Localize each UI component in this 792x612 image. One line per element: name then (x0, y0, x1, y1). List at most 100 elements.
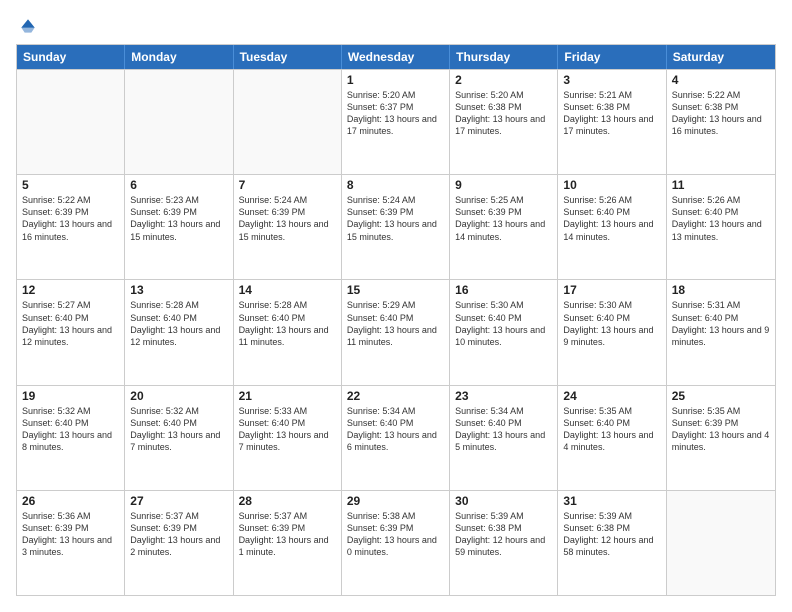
calendar: SundayMondayTuesdayWednesdayThursdayFrid… (16, 44, 776, 596)
day-cell-17: 17 Sunrise: 5:30 AMSunset: 6:40 PMDayligh… (558, 280, 666, 384)
day-number: 5 (22, 178, 119, 192)
header-cell-saturday: Saturday (667, 45, 775, 69)
day-number: 3 (563, 73, 660, 87)
day-number: 16 (455, 283, 552, 297)
day-number: 20 (130, 389, 227, 403)
header-cell-monday: Monday (125, 45, 233, 69)
calendar-week-3: 19Sunrise: 5:32 AMSunset: 6:40 PMDayligh… (17, 385, 775, 490)
calendar-week-4: 26 Sunrise: 5:36 AMSunset: 6:39 PMDayligh… (17, 490, 775, 595)
cell-text: Sunrise: 5:37 AMSunset: 6:39 PMDaylight:… (130, 510, 227, 559)
logo-icon (18, 16, 38, 36)
cell-text: Sunrise: 5:28 AMSunset: 6:40 PMDaylight:… (130, 299, 227, 348)
cell-text: Sunrise: 5:36 AMSunset: 6:39 PMDaylight:… (22, 510, 119, 559)
day-number: 28 (239, 494, 336, 508)
day-number: 1 (347, 73, 444, 87)
cell-text: Sunrise: 5:23 AMSunset: 6:39 PMDaylight:… (130, 194, 227, 243)
day-cell-1: 1 Sunrise: 5:20 AMSunset: 6:37 PMDaylight… (342, 70, 450, 174)
day-cell-5: 5Sunrise: 5:22 AMSunset: 6:39 PMDaylight… (17, 175, 125, 279)
day-cell-31: 31 Sunrise: 5:39 AMSunset: 6:38 PMDayligh… (558, 491, 666, 595)
calendar-week-1: 5Sunrise: 5:22 AMSunset: 6:39 PMDaylight… (17, 174, 775, 279)
day-number: 23 (455, 389, 552, 403)
empty-cell (125, 70, 233, 174)
day-cell-4: 4 Sunrise: 5:22 AMSunset: 6:38 PMDaylight… (667, 70, 775, 174)
cell-text: Sunrise: 5:38 AMSunset: 6:39 PMDaylight:… (347, 510, 444, 559)
calendar-body: 1 Sunrise: 5:20 AMSunset: 6:37 PMDaylight… (17, 69, 775, 595)
day-number: 2 (455, 73, 552, 87)
cell-text: Sunrise: 5:34 AMSunset: 6:40 PMDaylight:… (347, 405, 444, 454)
cell-text: Sunrise: 5:22 AMSunset: 6:38 PMDaylight:… (672, 89, 770, 138)
day-cell-2: 2 Sunrise: 5:20 AMSunset: 6:38 PMDaylight… (450, 70, 558, 174)
calendar-week-2: 12 Sunrise: 5:27 AMSunset: 6:40 PMDayligh… (17, 279, 775, 384)
day-number: 18 (672, 283, 770, 297)
cell-text: Sunrise: 5:25 AMSunset: 6:39 PMDaylight:… (455, 194, 552, 243)
cell-text: Sunrise: 5:28 AMSunset: 6:40 PMDaylight:… (239, 299, 336, 348)
day-number: 25 (672, 389, 770, 403)
day-cell-23: 23 Sunrise: 5:34 AMSunset: 6:40 PMDayligh… (450, 386, 558, 490)
day-cell-8: 8 Sunrise: 5:24 AMSunset: 6:39 PMDaylight… (342, 175, 450, 279)
day-number: 4 (672, 73, 770, 87)
calendar-header-row: SundayMondayTuesdayWednesdayThursdayFrid… (17, 45, 775, 69)
cell-text: Sunrise: 5:39 AMSunset: 6:38 PMDaylight:… (455, 510, 552, 559)
cell-text: Sunrise: 5:39 AMSunset: 6:38 PMDaylight:… (563, 510, 660, 559)
day-cell-9: 9 Sunrise: 5:25 AMSunset: 6:39 PMDaylight… (450, 175, 558, 279)
day-number: 14 (239, 283, 336, 297)
cell-text: Sunrise: 5:31 AMSunset: 6:40 PMDaylight:… (672, 299, 770, 348)
cell-text: Sunrise: 5:20 AMSunset: 6:37 PMDaylight:… (347, 89, 444, 138)
day-cell-29: 29Sunrise: 5:38 AMSunset: 6:39 PMDayligh… (342, 491, 450, 595)
day-cell-21: 21Sunrise: 5:33 AMSunset: 6:40 PMDayligh… (234, 386, 342, 490)
day-number: 9 (455, 178, 552, 192)
cell-text: Sunrise: 5:30 AMSunset: 6:40 PMDaylight:… (455, 299, 552, 348)
header-cell-friday: Friday (558, 45, 666, 69)
cell-text: Sunrise: 5:29 AMSunset: 6:40 PMDaylight:… (347, 299, 444, 348)
cell-text: Sunrise: 5:24 AMSunset: 6:39 PMDaylight:… (347, 194, 444, 243)
day-number: 8 (347, 178, 444, 192)
day-cell-16: 16 Sunrise: 5:30 AMSunset: 6:40 PMDayligh… (450, 280, 558, 384)
day-cell-12: 12 Sunrise: 5:27 AMSunset: 6:40 PMDayligh… (17, 280, 125, 384)
header-cell-tuesday: Tuesday (234, 45, 342, 69)
page: SundayMondayTuesdayWednesdayThursdayFrid… (0, 0, 792, 612)
day-cell-19: 19Sunrise: 5:32 AMSunset: 6:40 PMDayligh… (17, 386, 125, 490)
day-cell-13: 13Sunrise: 5:28 AMSunset: 6:40 PMDayligh… (125, 280, 233, 384)
cell-text: Sunrise: 5:35 AMSunset: 6:40 PMDaylight:… (563, 405, 660, 454)
day-cell-26: 26 Sunrise: 5:36 AMSunset: 6:39 PMDayligh… (17, 491, 125, 595)
cell-text: Sunrise: 5:34 AMSunset: 6:40 PMDaylight:… (455, 405, 552, 454)
header-cell-sunday: Sunday (17, 45, 125, 69)
day-number: 19 (22, 389, 119, 403)
empty-cell (17, 70, 125, 174)
logo (16, 16, 38, 36)
day-number: 27 (130, 494, 227, 508)
day-number: 30 (455, 494, 552, 508)
cell-text: Sunrise: 5:27 AMSunset: 6:40 PMDaylight:… (22, 299, 119, 348)
day-cell-22: 22 Sunrise: 5:34 AMSunset: 6:40 PMDayligh… (342, 386, 450, 490)
day-cell-10: 10Sunrise: 5:26 AMSunset: 6:40 PMDayligh… (558, 175, 666, 279)
day-number: 17 (563, 283, 660, 297)
cell-text: Sunrise: 5:26 AMSunset: 6:40 PMDaylight:… (672, 194, 770, 243)
cell-text: Sunrise: 5:37 AMSunset: 6:39 PMDaylight:… (239, 510, 336, 559)
header-cell-wednesday: Wednesday (342, 45, 450, 69)
cell-text: Sunrise: 5:35 AMSunset: 6:39 PMDaylight:… (672, 405, 770, 454)
day-number: 6 (130, 178, 227, 192)
empty-cell (667, 491, 775, 595)
day-cell-18: 18 Sunrise: 5:31 AMSunset: 6:40 PMDayligh… (667, 280, 775, 384)
day-cell-30: 30 Sunrise: 5:39 AMSunset: 6:38 PMDayligh… (450, 491, 558, 595)
cell-text: Sunrise: 5:20 AMSunset: 6:38 PMDaylight:… (455, 89, 552, 138)
day-number: 22 (347, 389, 444, 403)
day-number: 21 (239, 389, 336, 403)
day-cell-11: 11Sunrise: 5:26 AMSunset: 6:40 PMDayligh… (667, 175, 775, 279)
cell-text: Sunrise: 5:26 AMSunset: 6:40 PMDaylight:… (563, 194, 660, 243)
day-cell-28: 28 Sunrise: 5:37 AMSunset: 6:39 PMDayligh… (234, 491, 342, 595)
day-number: 15 (347, 283, 444, 297)
day-cell-14: 14 Sunrise: 5:28 AMSunset: 6:40 PMDayligh… (234, 280, 342, 384)
day-cell-7: 7Sunrise: 5:24 AMSunset: 6:39 PMDaylight… (234, 175, 342, 279)
day-number: 26 (22, 494, 119, 508)
cell-text: Sunrise: 5:30 AMSunset: 6:40 PMDaylight:… (563, 299, 660, 348)
calendar-week-0: 1 Sunrise: 5:20 AMSunset: 6:37 PMDaylight… (17, 69, 775, 174)
day-cell-20: 20Sunrise: 5:32 AMSunset: 6:40 PMDayligh… (125, 386, 233, 490)
empty-cell (234, 70, 342, 174)
day-number: 31 (563, 494, 660, 508)
cell-text: Sunrise: 5:24 AMSunset: 6:39 PMDaylight:… (239, 194, 336, 243)
header (16, 16, 776, 36)
day-cell-15: 15 Sunrise: 5:29 AMSunset: 6:40 PMDayligh… (342, 280, 450, 384)
day-cell-3: 3Sunrise: 5:21 AMSunset: 6:38 PMDaylight… (558, 70, 666, 174)
day-number: 12 (22, 283, 119, 297)
